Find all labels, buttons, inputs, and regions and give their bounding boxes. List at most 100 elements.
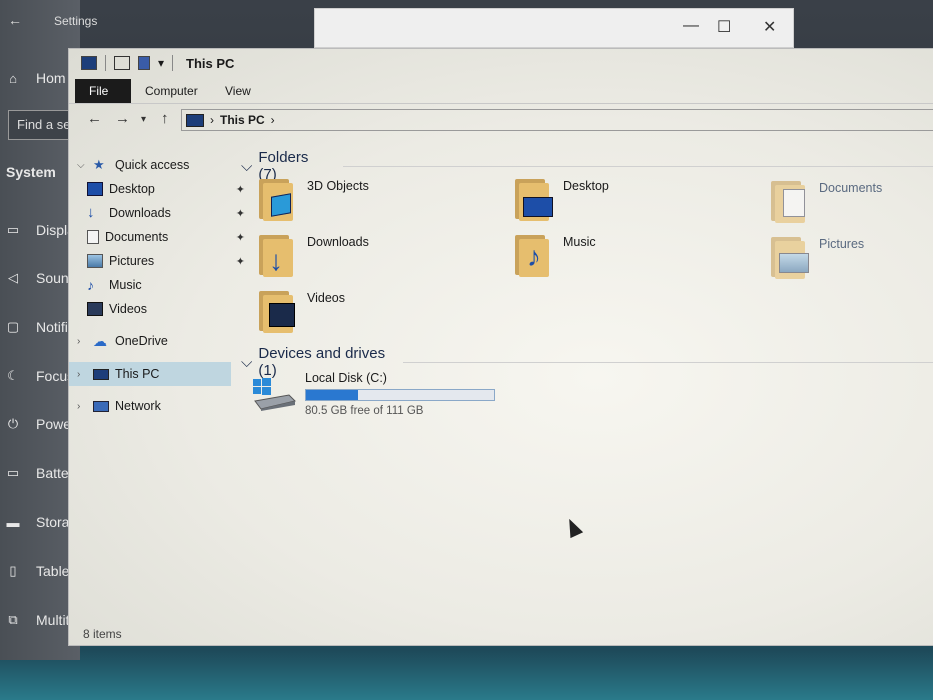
computer-icon	[186, 113, 204, 127]
3d-objects-icon	[259, 177, 299, 221]
sidebar-item-label: This PC	[115, 367, 160, 381]
file-explorer-window: ▾ This PC File Computer View ← → ▾ ↑ › T…	[68, 48, 933, 646]
folder-item[interactable]: ↓ Downloads	[259, 233, 489, 285]
desktop-folder-icon	[515, 177, 555, 221]
breadcrumb-this-pc[interactable]: This PC	[220, 113, 265, 127]
sidebar-item-label: OneDrive	[115, 334, 168, 348]
new-folder-icon[interactable]	[138, 56, 150, 70]
settings-item-notifications[interactable]: ▢ Notifi	[4, 319, 68, 335]
back-arrow-icon[interactable]: ←	[8, 12, 22, 28]
sidebar-item-quick-access[interactable]: ⌵ ★ Quick access	[69, 153, 231, 177]
folder-name: 3D Objects	[307, 179, 369, 193]
sidebar-item-this-pc[interactable]: › This PC	[69, 362, 231, 386]
sidebar-item-documents[interactable]: Documents ✦	[69, 225, 249, 249]
sidebar-item-onedrive[interactable]: › ☁ OneDrive	[69, 329, 231, 353]
sidebar-item-label: Network	[115, 399, 161, 413]
sidebar-item-label: Desktop	[109, 182, 155, 196]
sidebar-item-network[interactable]: › Network	[69, 394, 231, 418]
battery-icon: ▭	[6, 465, 20, 480]
recent-locations-chevron-icon[interactable]: ▾	[141, 114, 146, 125]
document-icon	[87, 230, 99, 244]
computer-icon	[93, 368, 109, 380]
pictures-folder-icon	[771, 235, 811, 279]
windows-drive-icon	[253, 378, 296, 411]
back-arrow-icon[interactable]: ←	[87, 110, 102, 127]
settings-item-power[interactable]: ⏻ Powei	[4, 416, 74, 432]
tab-computer[interactable]: Computer	[131, 79, 212, 103]
chevron-right-icon[interactable]: ›	[77, 336, 87, 347]
sidebar-item-label: Music	[109, 278, 142, 292]
navigation-bar: ← → ▾ ↑ › This PC ›	[69, 105, 933, 135]
chevron-right-icon[interactable]: ›	[77, 369, 87, 380]
folder-name: Pictures	[819, 237, 865, 251]
maximize-icon[interactable]: ☐	[717, 17, 731, 37]
settings-title: Settings	[54, 14, 98, 28]
chevron-right-icon[interactable]: ›	[77, 401, 87, 412]
settings-home-label: Hom	[36, 70, 66, 86]
folder-name: Downloads	[307, 235, 369, 249]
notification-icon: ▢	[6, 319, 20, 334]
tab-file[interactable]: File	[75, 79, 131, 103]
properties-icon[interactable]	[114, 56, 130, 70]
settings-section-title: System	[6, 164, 56, 180]
cloud-icon: ☁	[93, 333, 107, 349]
drive-usage-fill	[306, 390, 358, 400]
chevron-right-icon[interactable]: ›	[271, 113, 275, 127]
chevron-down-icon[interactable]: ⌵	[241, 354, 252, 371]
up-arrow-icon[interactable]: ↑	[161, 110, 169, 127]
pictures-icon	[87, 254, 103, 268]
settings-home[interactable]: ⌂ Hom	[4, 70, 66, 86]
desktop-icon	[87, 182, 103, 196]
downloads-folder-icon: ↓	[259, 233, 299, 277]
toolbar-divider	[105, 55, 106, 71]
sidebar-item-label: Documents	[105, 230, 169, 244]
settings-item-label: Notifi	[36, 319, 68, 335]
customize-toolbar-icon[interactable]: ▾	[158, 56, 164, 70]
folder-item[interactable]: Pictures	[771, 235, 933, 287]
home-icon: ⌂	[9, 70, 17, 86]
storage-icon: ▬	[6, 514, 20, 530]
sidebar-item-label: Downloads	[109, 206, 171, 220]
folder-item[interactable]: Desktop	[515, 177, 745, 229]
chevron-right-icon[interactable]: ›	[210, 113, 214, 127]
sidebar-item-desktop[interactable]: Desktop ✦	[69, 177, 249, 201]
drive-free-space: 80.5 GB free of 111 GB	[305, 405, 424, 417]
videos-folder-icon	[259, 289, 299, 333]
settings-item-display[interactable]: ▭ Displa	[4, 222, 75, 238]
forward-arrow-icon[interactable]: →	[115, 110, 130, 127]
computer-icon[interactable]	[81, 56, 97, 70]
toolbar-divider	[172, 55, 174, 71]
folder-item[interactable]: Documents	[771, 179, 933, 231]
tab-view[interactable]: View	[211, 79, 265, 103]
close-icon[interactable]: ✕	[763, 17, 776, 37]
multitask-icon: ⧉	[8, 612, 18, 627]
folder-item[interactable]: ♪ Music	[515, 233, 745, 285]
navigation-pane: ⌵ ★ Quick access Desktop ✦ ↓ Downloads ✦…	[69, 149, 245, 619]
sidebar-item-pictures[interactable]: Pictures ✦	[69, 249, 249, 273]
folder-item[interactable]: 3D Objects	[259, 177, 489, 229]
settings-titlebar: — ☐ ✕	[314, 8, 794, 48]
explorer-titlebar: ▾ This PC	[69, 49, 933, 79]
quick-access-toolbar: ▾	[81, 55, 174, 71]
minimize-icon[interactable]: —	[683, 17, 699, 35]
settings-item-storage[interactable]: ▬ Storac	[4, 514, 77, 530]
chevron-down-icon[interactable]: ⌵	[77, 160, 87, 171]
address-bar[interactable]: › This PC ›	[181, 109, 933, 131]
sidebar-item-music[interactable]: ♪ Music	[69, 273, 249, 297]
settings-item-tablet[interactable]: ▯ Tablet	[4, 563, 73, 579]
group-divider	[403, 361, 933, 363]
settings-item-focus[interactable]: ☾ Focus	[4, 368, 74, 384]
sidebar-item-downloads[interactable]: ↓ Downloads ✦	[69, 201, 249, 225]
drive-item-local-disk[interactable]: Local Disk (C:) 80.5 GB free of 111 GB	[251, 369, 511, 419]
drive-usage-bar	[305, 389, 495, 401]
sidebar-item-videos[interactable]: Videos	[69, 297, 249, 321]
chevron-down-icon[interactable]: ⌵	[241, 158, 252, 175]
settings-item-multitasking[interactable]: ⧉ Multit	[4, 612, 69, 628]
folder-item[interactable]: Videos	[259, 289, 489, 341]
settings-item-label: Multit	[36, 612, 70, 628]
monitor-icon: ▭	[6, 222, 20, 237]
download-icon: ↓	[87, 204, 95, 221]
settings-item-sound[interactable]: ◁ Sounc	[4, 270, 76, 286]
settings-item-battery[interactable]: ▭ Batter	[4, 465, 74, 481]
speaker-icon: ◁	[8, 270, 18, 285]
